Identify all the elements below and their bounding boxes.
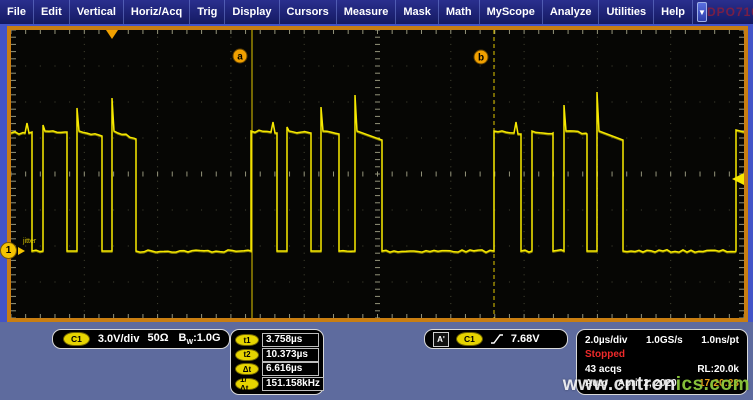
menu-item-mask[interactable]: Mask: [396, 0, 439, 24]
cursor-badge--t[interactable]: Δt: [235, 363, 259, 375]
cursor-readout-box: t13.758µst210.373µsΔt6.616µs1/Δt151.158k…: [230, 329, 324, 395]
model-number: DPO7104C: [707, 5, 753, 19]
trigger-channel-badge[interactable]: C1: [456, 332, 483, 346]
readout-panel: C1 3.0V/div 50Ω BW:1.0G t13.758µst210.37…: [0, 322, 753, 400]
menu-item-myscope[interactable]: MyScope: [480, 0, 543, 24]
menu-item-edit[interactable]: Edit: [34, 0, 70, 24]
cursor-value: 3.758µs: [262, 333, 319, 347]
ch1-impedance: 50Ω: [147, 332, 168, 346]
graticule-frame: abjitter 1: [7, 26, 748, 322]
menu-items: FileEditVerticalHoriz/AcqTrigDisplayCurs…: [0, 0, 693, 24]
menu-item-help[interactable]: Help: [654, 0, 693, 24]
cursor-badge-1-t[interactable]: 1/Δt: [235, 378, 259, 390]
trigger-source-icon: A': [433, 332, 449, 347]
cursor-b-label: b: [478, 53, 484, 64]
channel-1-arrow-icon: [18, 247, 25, 255]
menu-bar: FileEditVerticalHoriz/AcqTrigDisplayCurs…: [0, 0, 753, 24]
oscilloscope-screen: FileEditVerticalHoriz/AcqTrigDisplayCurs…: [0, 0, 753, 400]
cursor-badge-t1[interactable]: t1: [235, 334, 259, 346]
cursor-readout-row: t13.758µs: [235, 333, 319, 347]
menu-item-display[interactable]: Display: [225, 0, 279, 24]
menu-item-file[interactable]: File: [0, 0, 34, 24]
waveform-display[interactable]: abjitter: [11, 30, 744, 318]
trigger-level: 7.68V: [511, 333, 540, 345]
menu-item-trig[interactable]: Trig: [190, 0, 225, 24]
trigger-readout-box: A' C1 7.68V: [424, 329, 568, 349]
cursor-value: 151.158kHz: [262, 377, 324, 391]
acquisition-status: Stopped: [585, 349, 625, 360]
cursor-value: 6.616µs: [262, 362, 319, 376]
menu-item-cursors[interactable]: Cursors: [280, 0, 337, 24]
rising-edge-icon: [490, 332, 504, 346]
trigger-position-marker[interactable]: [106, 30, 118, 39]
menu-item-vertical[interactable]: Vertical: [70, 0, 124, 24]
trigger-level-marker[interactable]: [732, 173, 744, 185]
menu-item-horiz-acq[interactable]: Horiz/Acq: [124, 0, 190, 24]
ch1-scale: 3.0V/div: [98, 333, 140, 345]
cursor-readout-row: 1/Δt151.158kHz: [235, 377, 319, 391]
menu-item-math[interactable]: Math: [439, 0, 480, 24]
menu-item-analyze[interactable]: Analyze: [543, 0, 600, 24]
cursor-badge-t2[interactable]: t2: [235, 349, 259, 361]
site-watermark: www.cntronics.com: [563, 374, 750, 396]
timebase: 2.0µs/div: [585, 335, 627, 346]
menu-item-measure[interactable]: Measure: [337, 0, 397, 24]
menu-dropdown-button[interactable]: ▼: [697, 2, 707, 22]
cursor-a-label: a: [237, 52, 243, 63]
channel-1-badge: 1: [0, 242, 17, 259]
channel-1-marker[interactable]: 1: [0, 242, 25, 259]
ch1-bandwidth: BW:1.0G: [179, 332, 221, 346]
resolution: 1.0ns/pt: [701, 335, 739, 346]
menu-item-utilities[interactable]: Utilities: [599, 0, 654, 24]
ch1-badge[interactable]: C1: [63, 332, 90, 346]
channel1-readout-box: C1 3.0V/div 50Ω BW:1.0G: [52, 329, 230, 349]
right-bezel-strip: [748, 24, 753, 322]
cursor-value: 10.373µs: [262, 348, 319, 362]
scope-display-area: abjitter 1: [0, 24, 753, 322]
sample-rate: 1.0GS/s: [646, 335, 683, 346]
cursor-readout-row: t210.373µs: [235, 348, 319, 362]
